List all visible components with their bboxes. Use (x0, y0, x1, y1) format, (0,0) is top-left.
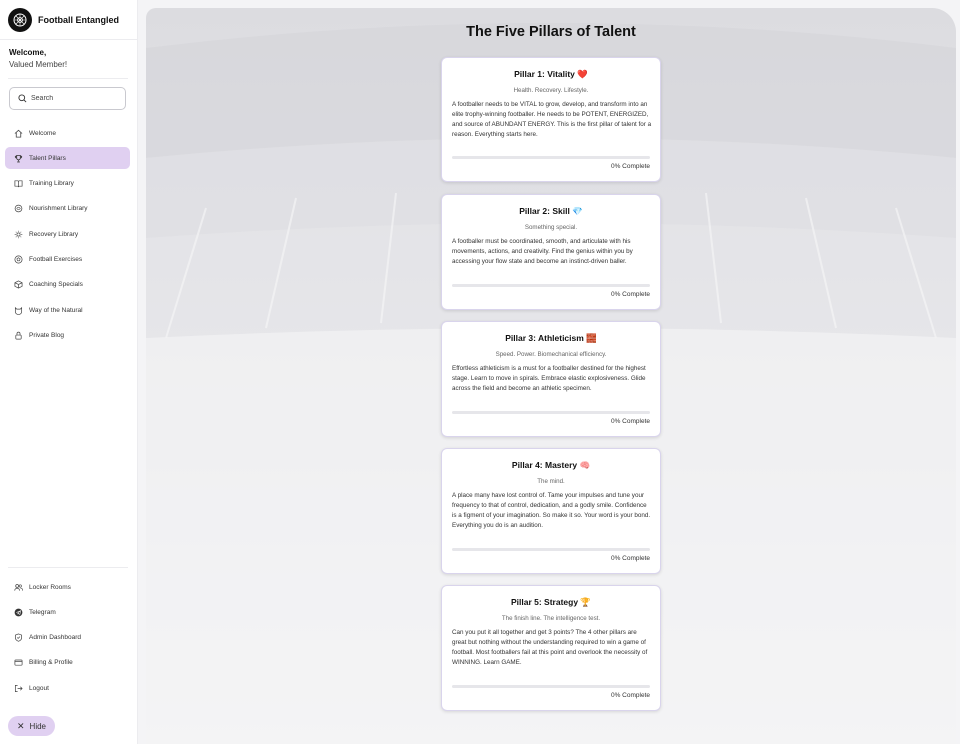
pillar-description: Can you put it all together and get 3 po… (452, 629, 648, 666)
pillar-subtitle: Speed. Power. Biomechanical efficiency. (495, 351, 607, 358)
pillar-description: A footballer needs to be VITAL to grow, … (452, 101, 652, 138)
sidebar-item-label: Locker Rooms (29, 583, 71, 591)
progress-bar (452, 685, 650, 688)
pillar-description: Effortless athleticism is a must for a f… (452, 365, 646, 392)
pillar-subtitle: Something special. (524, 224, 578, 231)
card-icon (14, 658, 23, 667)
welcome-line-2: Valued Member! (9, 60, 68, 69)
sidebar-item-label: Billing & Profile (29, 659, 73, 667)
sidebar-item-billing-profile[interactable]: Billing & Profile (5, 652, 130, 674)
sidebar-item-locker-rooms[interactable]: Locker Rooms (5, 576, 130, 598)
box-icon (14, 280, 23, 289)
divider (8, 567, 128, 568)
main-nav: Welcome Talent Pillars Training Library … (5, 122, 130, 350)
welcome-line-1: Welcome, (9, 48, 47, 57)
pillar-card-vitality[interactable]: Pillar 1: Vitality ❤️ Health. Recovery. … (441, 57, 661, 182)
bottom-nav: Locker Rooms Telegram Admin Dashboard Bi… (5, 576, 130, 702)
users-icon (14, 583, 23, 592)
progress-label: 0% Complete (610, 163, 650, 170)
sidebar-item-training-library[interactable]: Training Library (5, 173, 130, 195)
brand-name: Football Entangled (38, 14, 119, 25)
search-icon (18, 94, 27, 103)
hide-label: Hide (29, 721, 46, 731)
close-icon: ✕ (17, 720, 25, 731)
pillar-subtitle: The finish line. The intelligence test. (501, 615, 601, 622)
sidebar-item-label: Telegram (29, 608, 56, 616)
sidebar-item-football-exercises[interactable]: Football Exercises (5, 248, 130, 270)
sidebar-item-way-of-the-natural[interactable]: Way of the Natural (5, 299, 130, 321)
sidebar-item-nourishment-library[interactable]: Nourishment Library (5, 198, 130, 220)
sidebar-item-talent-pillars[interactable]: Talent Pillars (5, 147, 130, 170)
book-icon (14, 179, 23, 188)
lock-icon (14, 331, 23, 340)
hide-sidebar-button[interactable]: ✕ Hide (8, 716, 55, 736)
sidebar-item-recovery-library[interactable]: Recovery Library (5, 223, 130, 245)
sidebar-item-welcome[interactable]: Welcome (5, 122, 130, 144)
sidebar-item-coaching-specials[interactable]: Coaching Specials (5, 274, 130, 296)
pillar-title: Pillar 3: Athleticism 🧱 (505, 333, 597, 343)
sidebar-item-logout[interactable]: Logout (5, 677, 130, 699)
progress-label: 0% Complete (610, 692, 650, 699)
welcome-message: Welcome, Valued Member! (9, 47, 67, 71)
progress-label: 0% Complete (610, 291, 650, 298)
telegram-icon (14, 608, 23, 617)
sidebar: Football Entangled Welcome, Valued Membe… (0, 0, 138, 744)
progress-bar (452, 411, 650, 414)
pillar-card-skill[interactable]: Pillar 2: Skill 💎 Something special. A f… (441, 194, 661, 310)
sidebar-item-label: Admin Dashboard (29, 634, 82, 642)
brand[interactable]: Football Entangled (0, 0, 138, 40)
sidebar-item-label: Recovery Library (29, 230, 79, 238)
search-box[interactable] (9, 87, 126, 110)
main-content: The Five Pillars of Talent Pillar 1: Vit… (146, 8, 956, 744)
sidebar-item-label: Football Exercises (29, 255, 83, 263)
sidebar-item-admin-dashboard[interactable]: Admin Dashboard (5, 627, 130, 649)
search-input[interactable] (31, 95, 121, 102)
sidebar-item-telegram[interactable]: Telegram (5, 601, 130, 623)
pillar-description: A place many have lost control of. Tame … (452, 492, 651, 529)
progress-label: 0% Complete (610, 555, 650, 562)
progress-label: 0% Complete (610, 418, 650, 425)
home-icon (14, 129, 23, 138)
pillar-title: Pillar 5: Strategy 🏆 (510, 597, 592, 607)
pillar-card-athleticism[interactable]: Pillar 3: Athleticism 🧱 Speed. Power. Bi… (441, 321, 661, 437)
pillar-card-strategy[interactable]: Pillar 5: Strategy 🏆 The finish line. Th… (441, 585, 661, 711)
progress-bar (452, 284, 650, 287)
divider (8, 78, 128, 79)
trophy-icon (14, 154, 23, 163)
sidebar-item-label: Nourishment Library (29, 205, 88, 213)
sun-icon (14, 230, 23, 239)
progress-bar (452, 156, 650, 159)
pillar-title: Pillar 4: Mastery 🧠 (511, 460, 591, 470)
sidebar-item-label: Logout (29, 684, 49, 692)
pillar-card-mastery[interactable]: Pillar 4: Mastery 🧠 The mind. A place ma… (441, 448, 661, 574)
progress-bar (452, 548, 650, 551)
sidebar-item-label: Private Blog (29, 331, 65, 339)
brain-logo-icon (8, 7, 32, 32)
pillar-description: A footballer must be coordinated, smooth… (452, 238, 633, 265)
cat-icon (14, 306, 23, 315)
sidebar-item-label: Way of the Natural (29, 306, 83, 314)
pillar-title: Pillar 2: Skill 💎 (519, 206, 583, 216)
sidebar-item-label: Coaching Specials (29, 281, 83, 289)
page-title: The Five Pillars of Talent (466, 24, 636, 40)
sidebar-item-label: Welcome (29, 129, 56, 137)
food-icon (14, 204, 23, 213)
sidebar-item-label: Talent Pillars (29, 154, 66, 162)
pillar-subtitle: The mind. (537, 478, 565, 485)
pillar-subtitle: Health. Recovery. Lifestyle. (513, 87, 589, 94)
sidebar-item-private-blog[interactable]: Private Blog (5, 324, 130, 346)
sidebar-item-label: Training Library (29, 180, 74, 188)
shield-icon (14, 633, 23, 642)
ball-icon (14, 255, 23, 264)
logout-icon (14, 684, 23, 693)
pillar-title: Pillar 1: Vitality ❤️ (514, 69, 588, 79)
